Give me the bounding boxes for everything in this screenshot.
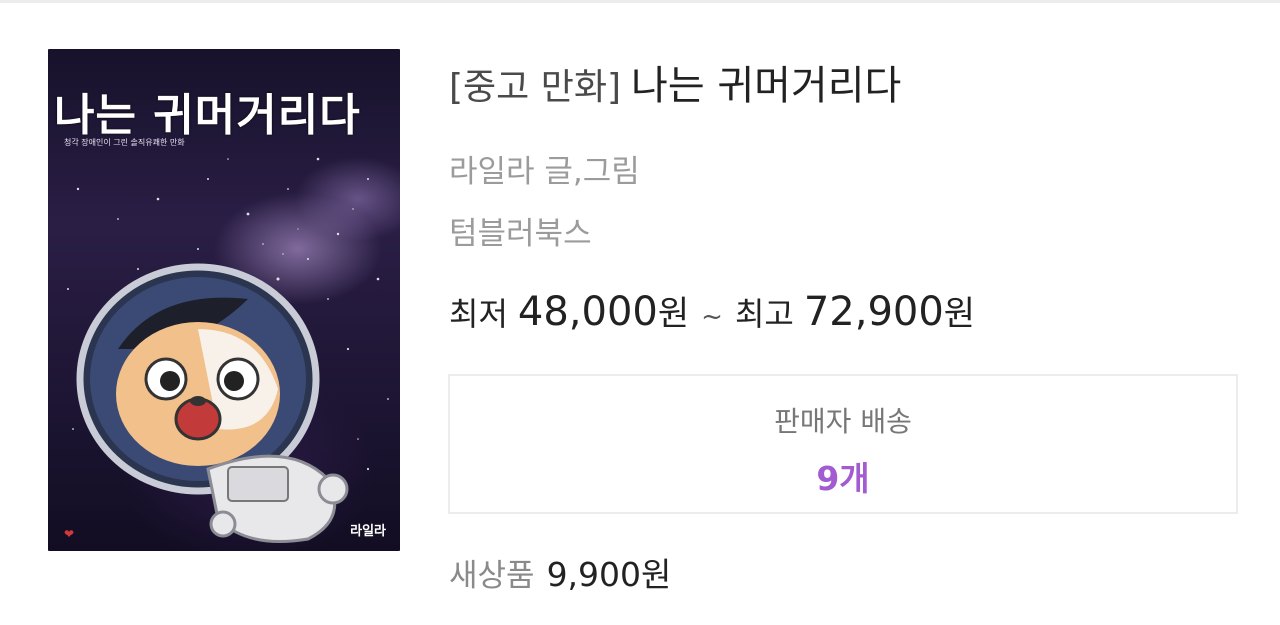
price-range: 최저 48,000원 ~ 최고 72,900원 [449, 286, 975, 346]
cover-subtitle: 청각 장애인이 그린 솔직유쾌한 만화 [64, 138, 185, 147]
publisher-logo-icon: ❤ [64, 527, 75, 541]
book-cover-image[interactable]: 나는 귀머거리다 청각 장애인이 그린 솔직유쾌한 만화 ❤ 라일라 [48, 49, 400, 551]
cover-author: 라일라 [350, 524, 386, 539]
title-text: 나는 귀머거리다 [631, 63, 902, 109]
min-price-label: 최저 [449, 295, 508, 333]
new-product-value: 9,900원 [546, 555, 672, 594]
min-price-currency: 원 [657, 294, 690, 334]
author-line[interactable]: 라일라 글,그림 [449, 146, 640, 191]
cover-title: 나는 귀머거리다 [54, 90, 361, 141]
top-divider [0, 0, 1280, 3]
seller-shipping-label: 판매자 배송 [774, 405, 912, 438]
title-category-prefix: [중고 만화] [449, 67, 622, 108]
publisher-line[interactable]: 텀블러북스 [449, 208, 592, 253]
seller-shipping-button[interactable]: 판매자 배송 9개 [448, 374, 1238, 514]
max-price-value: 72,900 [803, 289, 944, 335]
seller-count: 9개 [816, 459, 870, 498]
max-price-label: 최고 [734, 295, 794, 333]
new-product-price[interactable]: 새상품 9,900원 [449, 548, 671, 596]
book-title[interactable]: [중고 만화] 나는 귀머거리다 [449, 56, 901, 116]
min-price-value: 48,000 [517, 289, 658, 335]
price-separator: ~ [701, 302, 723, 332]
new-product-label: 새상품 [449, 558, 535, 594]
max-price-currency: 원 [943, 294, 976, 334]
